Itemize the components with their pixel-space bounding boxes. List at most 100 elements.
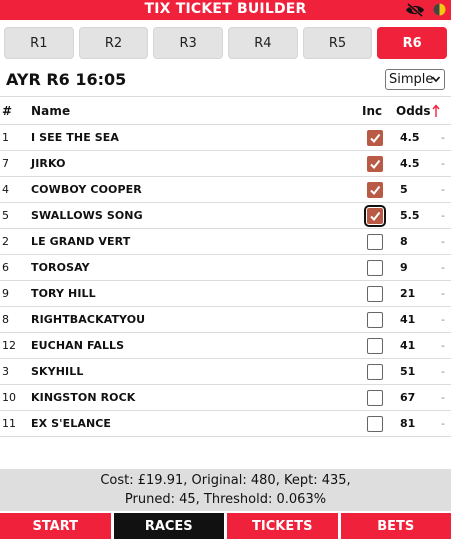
runner-name: LE GRAND VERT	[31, 235, 131, 248]
include-checkbox[interactable]	[367, 338, 383, 354]
header-num: #	[2, 103, 13, 118]
include-checkbox[interactable]	[364, 205, 386, 227]
runner-odds: 41	[400, 313, 416, 326]
table-row: 4 COWBOY COOPER 5 -	[0, 177, 451, 203]
race-tab-r1[interactable]: R1	[4, 27, 74, 59]
table-row: 12 EUCHAN FALLS 41 -	[0, 333, 451, 359]
header-name[interactable]: Name	[31, 97, 70, 124]
bottom-nav: START RACES TICKETS BETS	[0, 513, 451, 539]
mode-select[interactable]: Simple	[385, 69, 445, 90]
runner-name: I SEE THE SEA	[31, 131, 120, 144]
ticket-summary: Cost: £19.91, Original: 480, Kept: 435, …	[0, 469, 451, 511]
include-checkbox[interactable]	[367, 234, 383, 250]
table-row: 1 I SEE THE SEA 4.5 -	[0, 125, 451, 151]
table-row: 2 LE GRAND VERT 8 -	[0, 229, 451, 255]
runner-name: SWALLOWS SONG	[31, 209, 143, 222]
include-checkbox[interactable]	[367, 390, 383, 406]
runner-number: 6	[2, 261, 9, 274]
summary-line-2: Pruned: 45, Threshold: 0.063%	[124, 492, 327, 507]
runner-extra: -	[441, 313, 445, 326]
runner-extra: -	[441, 365, 445, 378]
include-checkbox[interactable]	[367, 156, 383, 172]
runner-name: EX S'ELANCE	[31, 417, 112, 430]
race-tabs: R1 R2 R3 R4 R5 R6	[4, 27, 448, 59]
runner-odds: 4.5	[400, 157, 420, 170]
runner-number: 10	[2, 391, 16, 404]
runner-odds: 5.5	[400, 209, 420, 222]
nav-tickets-button[interactable]: TICKETS	[227, 513, 338, 539]
runner-name: TORY HILL	[31, 287, 96, 300]
runner-number: 3	[2, 365, 9, 378]
include-checkbox[interactable]	[367, 312, 383, 328]
race-tab-r4[interactable]: R4	[228, 27, 298, 59]
header-inc[interactable]: Inc	[362, 97, 382, 124]
runner-number: 9	[2, 287, 9, 300]
eye-off-icon[interactable]	[405, 3, 425, 17]
runner-number: 11	[2, 417, 16, 430]
runner-name: KINGSTON ROCK	[31, 391, 136, 404]
table-row: 11 EX S'ELANCE 81 -	[0, 411, 451, 437]
mode-select-value: Simple	[389, 72, 434, 87]
race-tab-r6[interactable]: R6	[377, 27, 448, 59]
race-title: AYR R6 16:05	[6, 70, 127, 89]
summary-line-1: Cost: £19.91, Original: 480, Kept: 435,	[100, 473, 351, 488]
contrast-icon[interactable]	[433, 3, 446, 16]
table-row: 9 TORY HILL 21 -	[0, 281, 451, 307]
runner-extra: -	[441, 183, 445, 196]
race-tab-r3[interactable]: R3	[153, 27, 224, 59]
runner-extra: -	[441, 131, 445, 144]
runner-odds: 5	[400, 183, 408, 196]
runner-odds: 67	[400, 391, 416, 404]
runner-name: SKYHILL	[31, 365, 84, 378]
app-title: TIX TICKET BUILDER	[144, 1, 307, 17]
runner-number: 4	[2, 183, 9, 196]
runner-extra: -	[441, 209, 445, 222]
header-odds[interactable]: Odds	[396, 97, 431, 124]
runner-extra: -	[441, 391, 445, 404]
runner-number: 1	[2, 131, 9, 144]
checkmark-icon	[370, 159, 381, 170]
table-row: 8 RIGHTBACKATYOU 41 -	[0, 307, 451, 333]
checkmark-icon	[370, 211, 381, 222]
runner-extra: -	[441, 235, 445, 248]
runner-number: 2	[2, 235, 9, 248]
runner-extra: -	[441, 261, 445, 274]
runner-number: 8	[2, 313, 9, 326]
include-checkbox[interactable]	[367, 286, 383, 302]
table-header-row: # Name Inc Odds	[0, 96, 451, 125]
title-bar: TIX TICKET BUILDER	[0, 0, 451, 20]
runner-name: EUCHAN FALLS	[31, 339, 125, 352]
runner-odds: 9	[400, 261, 408, 274]
runner-odds: 21	[400, 287, 416, 300]
nav-races-button[interactable]: RACES	[113, 513, 224, 539]
nav-start-button[interactable]: START	[0, 513, 111, 539]
runner-odds: 41	[400, 339, 416, 352]
race-tab-r5[interactable]: R5	[302, 27, 373, 59]
runner-name: TOROSAY	[31, 261, 90, 274]
table-row: 7 JIRKO 4.5 -	[0, 151, 451, 177]
table-row: 5 SWALLOWS SONG 5.5 -	[0, 203, 451, 229]
nav-bets-button[interactable]: BETS	[340, 513, 451, 539]
runners-table: # Name Inc Odds 1 I SEE THE SEA 4.5 - 7 JIRKO…	[0, 96, 451, 437]
table-row: 10 KINGSTON ROCK 67 -	[0, 385, 451, 411]
runner-extra: -	[441, 417, 445, 430]
race-tab-r2[interactable]: R2	[78, 27, 149, 59]
include-checkbox[interactable]	[367, 416, 383, 432]
runner-name: JIRKO	[31, 157, 66, 170]
runner-odds: 51	[400, 365, 416, 378]
runner-odds: 81	[400, 417, 416, 430]
table-row: 6 TOROSAY 9 -	[0, 255, 451, 281]
runner-extra: -	[441, 339, 445, 352]
checkmark-icon	[370, 185, 381, 196]
include-checkbox[interactable]	[367, 364, 383, 380]
runner-extra: -	[441, 287, 445, 300]
checkmark-icon	[370, 133, 381, 144]
include-checkbox[interactable]	[367, 182, 383, 198]
race-header: AYR R6 16:05 Simple	[0, 64, 451, 94]
sort-up-arrow-icon[interactable]	[432, 104, 440, 118]
runner-number: 7	[2, 157, 9, 170]
runner-odds: 8	[400, 235, 408, 248]
runner-name: RIGHTBACKATYOU	[31, 313, 146, 326]
include-checkbox[interactable]	[367, 260, 383, 276]
include-checkbox[interactable]	[367, 130, 383, 146]
